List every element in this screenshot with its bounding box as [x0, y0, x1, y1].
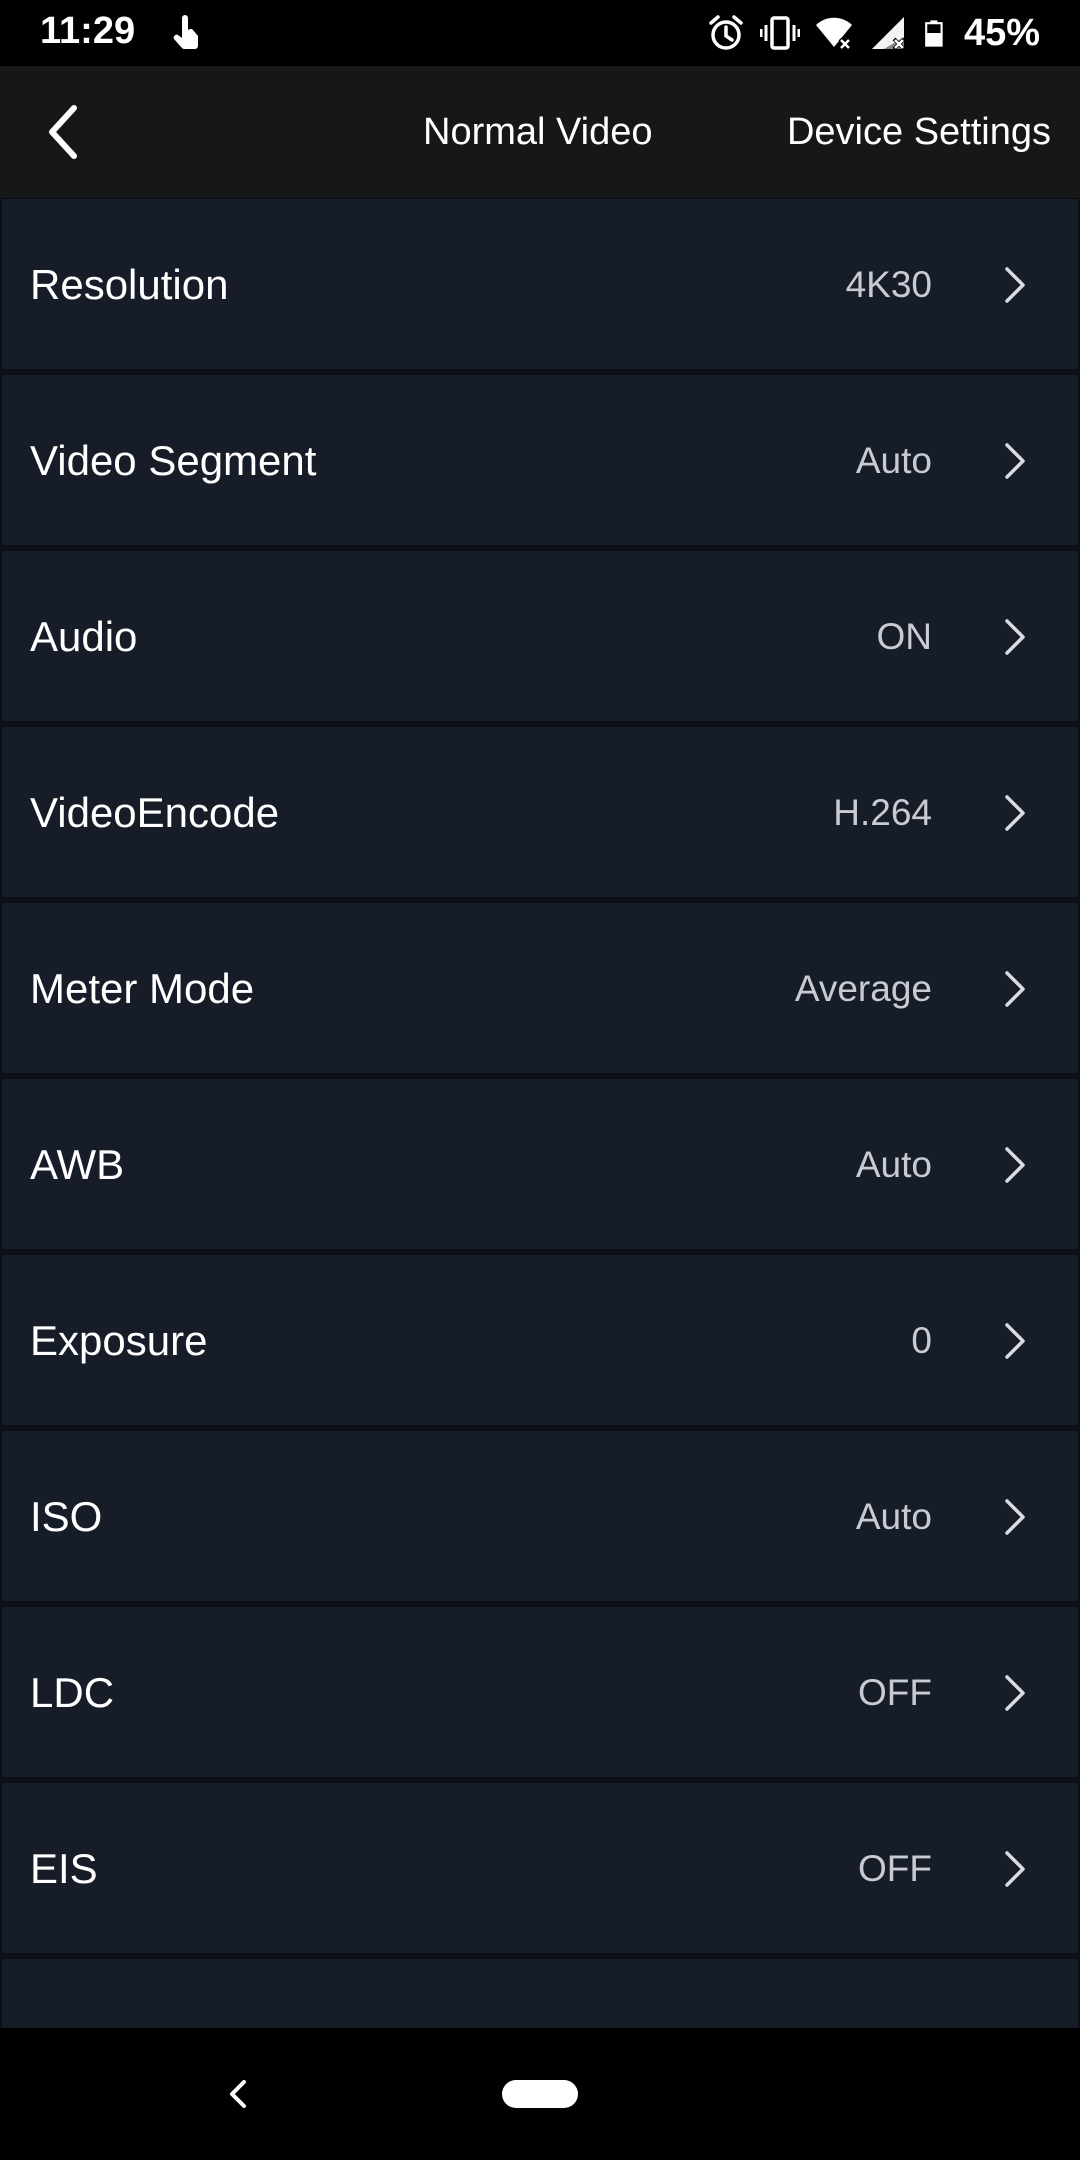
setting-value: OFF — [858, 1672, 932, 1713]
setting-value: H.264 — [833, 792, 932, 833]
chevron-right-icon — [1005, 1851, 1025, 1887]
setting-value: Average — [794, 968, 932, 1009]
chevron-right-icon — [1005, 619, 1025, 655]
nav-back-icon[interactable] — [214, 2070, 262, 2118]
setting-value: 4K30 — [845, 264, 932, 305]
battery-icon — [925, 20, 943, 47]
setting-label: Exposure — [30, 1317, 208, 1364]
setting-row-ldc[interactable]: LDC OFF — [1, 1606, 1079, 1778]
setting-row-eis[interactable]: EIS OFF — [1, 1782, 1079, 1954]
setting-label: AWB — [30, 1141, 125, 1188]
setting-label: Meter Mode — [30, 965, 255, 1012]
setting-label: Resolution — [30, 261, 229, 308]
chevron-right-icon — [1005, 971, 1025, 1007]
setting-label: Audio — [30, 613, 138, 660]
header: Normal Video Device Settings — [0, 66, 1080, 198]
setting-row-meter-mode[interactable]: Meter Mode Average — [1, 902, 1079, 1074]
signal-icon — [871, 17, 906, 51]
chevron-right-icon — [1005, 1147, 1025, 1183]
tab-normal-video[interactable]: Normal Video — [423, 66, 653, 198]
chevron-right-icon — [1005, 1675, 1025, 1711]
setting-row-video-segment[interactable]: Video Segment Auto — [1, 374, 1079, 546]
setting-row-iso[interactable]: ISO Auto — [1, 1430, 1079, 1602]
setting-value: 0 — [911, 1320, 932, 1361]
alarm-icon — [709, 15, 743, 50]
setting-label: LDC — [30, 1669, 115, 1716]
setting-row-resolution[interactable]: Resolution 4K30 — [1, 198, 1079, 370]
status-icons: 45% — [706, 10, 1040, 56]
home-pill-icon[interactable] — [502, 2080, 578, 2108]
status-bar: 11:29 45% — [0, 0, 1080, 66]
chevron-right-icon — [1005, 1499, 1025, 1535]
chevron-right-icon — [1005, 267, 1025, 303]
vibrate-icon — [759, 16, 800, 50]
setting-label: ISO — [30, 1493, 103, 1540]
setting-row-audio[interactable]: Audio ON — [1, 550, 1079, 722]
chevron-right-icon — [1005, 795, 1025, 831]
setting-value: ON — [876, 616, 933, 657]
chevron-right-icon — [1005, 1323, 1025, 1359]
setting-row-video-encode[interactable]: VideoEncode H.264 — [1, 726, 1079, 898]
setting-row-partial[interactable] — [1, 1958, 1079, 2028]
back-button[interactable] — [28, 96, 100, 168]
screen: 11:29 45% Normal Video Device Settings R… — [0, 0, 1080, 2160]
setting-label: VideoEncode — [30, 789, 280, 836]
setting-value: Auto — [855, 1496, 932, 1537]
wifi-icon — [815, 17, 852, 51]
setting-value: Auto — [855, 440, 932, 481]
battery-percent: 45% — [963, 11, 1040, 54]
settings-list: Resolution 4K30 Video Segment Auto Audio… — [0, 198, 1080, 2028]
setting-value: Auto — [855, 1144, 932, 1185]
chevron-right-icon — [1005, 443, 1025, 479]
setting-label: EIS — [30, 1845, 98, 1892]
touch-icon — [173, 15, 198, 49]
setting-row-awb[interactable]: AWB Auto — [1, 1078, 1079, 1250]
tab-device-settings[interactable]: Device Settings — [787, 66, 1051, 198]
setting-label: Video Segment — [30, 437, 317, 484]
back-arrow-icon — [49, 105, 77, 159]
nav-bar — [0, 2028, 1080, 2160]
status-time: 11:29 — [40, 10, 136, 52]
setting-value: OFF — [858, 1848, 932, 1889]
setting-row-exposure[interactable]: Exposure 0 — [1, 1254, 1079, 1426]
